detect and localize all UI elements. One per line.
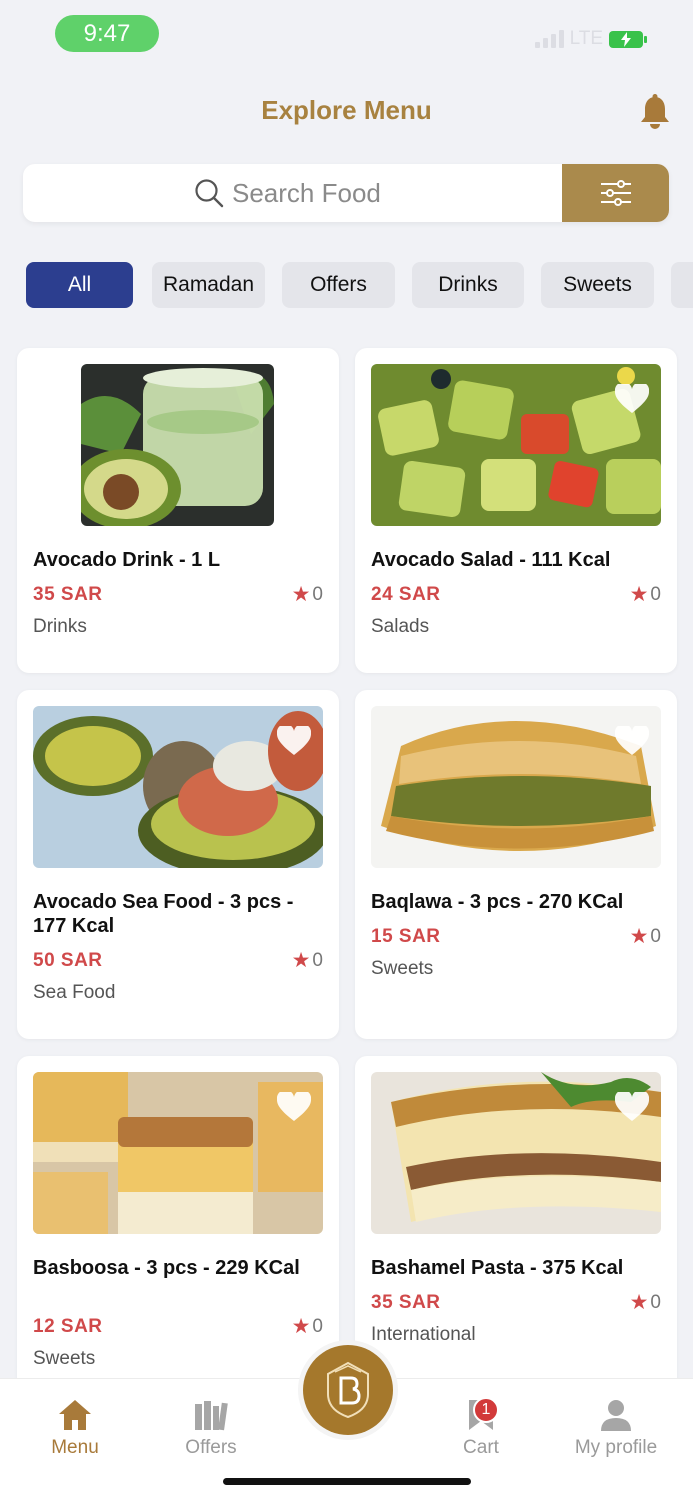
chip-ramadan[interactable]: Ramadan	[152, 262, 265, 308]
search-input[interactable]	[232, 177, 392, 209]
star-icon: ★	[291, 583, 311, 606]
center-action-button[interactable]	[298, 1340, 398, 1440]
rating-value: 0	[312, 949, 323, 971]
product-price: 12 SAR	[33, 1316, 103, 1337]
product-rating: ★ 0	[292, 948, 323, 973]
filter-button[interactable]	[562, 164, 669, 222]
tab-menu-label: Menu	[51, 1437, 99, 1458]
search-field[interactable]	[23, 164, 563, 222]
page-title: Explore Menu	[261, 95, 432, 125]
product-name: Basboosa - 3 pcs - 229 KCal	[33, 1257, 300, 1279]
status-indicators: LTE	[534, 28, 647, 50]
chip-all[interactable]: All	[26, 262, 133, 308]
product-category: Sweets	[33, 1348, 96, 1369]
rating-value: 0	[650, 925, 661, 947]
product-card[interactable]: Bashamel Pasta - 375 Kcal 35 SAR ★ 0 Inte…	[355, 1056, 677, 1396]
chip-offers[interactable]: Offers	[282, 262, 395, 308]
product-price: 35 SAR	[33, 584, 103, 605]
home-icon	[15, 1397, 135, 1433]
books-icon	[151, 1397, 271, 1433]
product-card[interactable]: Baqlawa - 3 pcs - 270 KCal 15 SAR ★ 0 Swe…	[355, 690, 677, 1039]
rating-value: 0	[312, 583, 323, 605]
network-label: LTE	[569, 28, 603, 49]
product-name: Avocado Salad - 111 Kcal	[371, 549, 611, 571]
product-name: Baqlawa - 3 pcs - 270 KCal	[371, 891, 624, 913]
product-image	[81, 364, 274, 526]
tab-cart-label: Cart	[463, 1437, 499, 1458]
product-rating: ★ 0	[630, 924, 661, 949]
favorite-heart-icon[interactable]	[277, 384, 311, 414]
product-category: Sweets	[371, 958, 434, 979]
product-card[interactable]: Basboosa - 3 pcs - 229 KCal 12 SAR ★ 0 Sw…	[17, 1056, 339, 1396]
product-category: Salads	[371, 616, 430, 637]
brand-logo-button	[303, 1345, 393, 1435]
star-icon: ★	[629, 583, 649, 606]
product-category: Drinks	[33, 616, 87, 637]
tab-profile[interactable]: My profile	[556, 1397, 676, 1459]
cart-badge: 1	[473, 1397, 499, 1423]
chip-more[interactable]	[671, 262, 693, 308]
rating-value: 0	[650, 583, 661, 605]
product-name: Bashamel Pasta - 375 Kcal	[371, 1257, 624, 1279]
product-price: 24 SAR	[371, 584, 441, 605]
product-card[interactable]: Avocado Drink - 1 L 35 SAR ★ 0 Drinks	[17, 348, 339, 673]
product-category: Sea Food	[33, 982, 116, 1003]
product-card[interactable]: Avocado Salad - 111 Kcal 24 SAR ★ 0 Salad…	[355, 348, 677, 673]
signal-icon	[534, 30, 564, 48]
category-filter-bar: All Ramadan Offers Drinks Sweets	[26, 262, 693, 308]
star-icon: ★	[629, 925, 649, 948]
product-name: Avocado Sea Food - 3 pcs - 177 Kcal	[33, 891, 294, 937]
product-rating: ★ 0	[630, 582, 661, 607]
product-rating: ★ 0	[292, 1314, 323, 1339]
user-icon	[556, 1397, 676, 1433]
chip-sweets[interactable]: Sweets	[541, 262, 654, 308]
product-category: International	[371, 1324, 476, 1345]
favorite-heart-icon[interactable]	[615, 1092, 649, 1122]
product-price: 15 SAR	[371, 926, 441, 947]
product-rating: ★ 0	[292, 582, 323, 607]
tab-offers[interactable]: Offers	[151, 1397, 271, 1459]
rating-value: 0	[312, 1315, 323, 1337]
star-icon: ★	[629, 1291, 649, 1314]
tab-cart[interactable]: 1 Cart	[421, 1397, 541, 1459]
bookmark-icon: 1	[421, 1397, 541, 1433]
filter-sliders-icon	[600, 180, 631, 206]
home-indicator	[223, 1478, 471, 1485]
product-price: 50 SAR	[33, 950, 103, 971]
tab-menu[interactable]: Menu	[15, 1397, 135, 1459]
tab-offers-label: Offers	[185, 1437, 237, 1458]
brand-crest-icon	[327, 1361, 369, 1419]
battery-icon	[609, 30, 647, 48]
favorite-heart-icon[interactable]	[615, 726, 649, 756]
search-bar	[23, 164, 669, 222]
favorite-heart-icon[interactable]	[277, 726, 311, 756]
rating-value: 0	[650, 1291, 661, 1313]
tab-profile-label: My profile	[574, 1437, 658, 1458]
star-icon: ★	[291, 949, 311, 972]
search-icon	[195, 179, 224, 208]
chip-drinks[interactable]: Drinks	[412, 262, 524, 308]
product-price: 35 SAR	[371, 1292, 441, 1313]
star-icon: ★	[291, 1315, 311, 1338]
notification-bell-icon[interactable]	[638, 94, 672, 130]
status-bar: 9:47 LTE	[0, 0, 693, 70]
favorite-heart-icon[interactable]	[615, 384, 649, 414]
favorite-heart-icon[interactable]	[277, 1092, 311, 1122]
status-time: 9:47	[55, 15, 159, 52]
product-name: Avocado Drink - 1 L	[33, 549, 221, 571]
product-rating: ★ 0	[630, 1290, 661, 1315]
product-card[interactable]: Avocado Sea Food - 3 pcs - 177 Kcal 50 S…	[17, 690, 339, 1039]
